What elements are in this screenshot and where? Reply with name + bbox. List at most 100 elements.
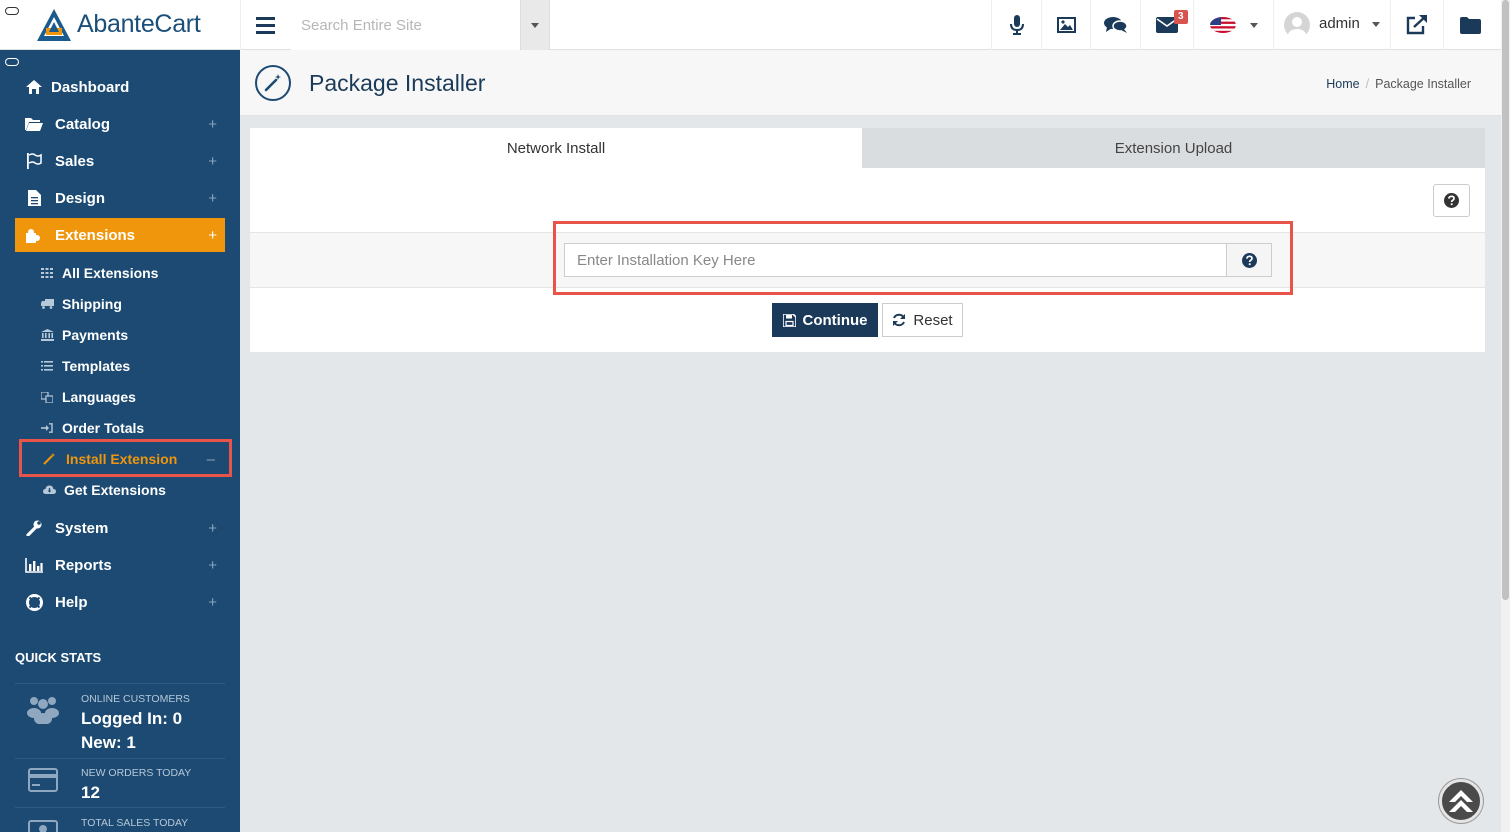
top-header: AbanteCart 3 <box>0 0 1510 50</box>
reset-label: Reset <box>913 311 953 329</box>
scrollbar-thumb[interactable] <box>1502 0 1509 600</box>
submenu-item-all-extensions[interactable]: All Extensions <box>15 259 225 287</box>
submenu-item-label: Get Extensions <box>64 482 166 498</box>
divider <box>15 807 225 808</box>
submenu-item-order-totals[interactable]: Order Totals <box>15 414 225 442</box>
sidebar-item-help[interactable]: Help + <box>15 585 225 619</box>
breadcrumb-home-link[interactable]: Home <box>1326 77 1359 91</box>
abantecart-logo-icon <box>37 9 71 41</box>
external-link-icon <box>1406 15 1427 35</box>
sidebar-toggle-icon[interactable] <box>5 58 19 66</box>
language-icon <box>40 390 54 404</box>
life-ring-icon <box>25 593 43 611</box>
search-dropdown-button[interactable] <box>520 0 550 50</box>
question-circle-icon <box>1444 193 1459 208</box>
save-icon <box>782 313 796 327</box>
sidebar-item-extensions[interactable]: Extensions + <box>15 218 225 252</box>
breadcrumb-separator: / <box>1365 77 1370 91</box>
divider <box>15 683 225 684</box>
grid-icon <box>40 266 54 280</box>
search-input[interactable] <box>291 0 520 50</box>
image-icon <box>1056 17 1076 33</box>
new-orders-label: NEW ORDERS TODAY <box>81 767 192 779</box>
tab-extension-upload[interactable]: Extension Upload <box>862 128 1485 168</box>
sidebar-item-reports[interactable]: Reports + <box>15 548 225 582</box>
users-icon <box>27 697 59 724</box>
submenu-item-get-extensions[interactable]: Get Extensions <box>15 476 225 504</box>
sidebar-item-label: Extensions <box>55 226 136 244</box>
submenu-item-templates[interactable]: Templates <box>15 352 225 380</box>
logo[interactable]: AbanteCart <box>0 0 240 50</box>
open-storefront-button[interactable] <box>1390 0 1443 50</box>
submenu-item-label: All Extensions <box>62 265 159 281</box>
highlight-box <box>19 439 232 477</box>
file-manager-button[interactable] <box>1443 0 1496 50</box>
expand-icon: + <box>208 226 217 244</box>
bank-icon <box>40 328 54 342</box>
user-name[interactable]: admin <box>1319 15 1360 32</box>
chat-button[interactable] <box>1090 0 1140 50</box>
truck-icon <box>40 297 54 311</box>
submenu-item-payments[interactable]: Payments <box>15 321 225 349</box>
submenu-item-label: Payments <box>62 327 129 343</box>
sidebar-item-label: Dashboard <box>51 78 130 96</box>
toggle-icon[interactable] <box>5 7 19 15</box>
sidebar-item-system[interactable]: System + <box>15 511 225 545</box>
sidebar-item-label: Reports <box>55 556 112 574</box>
sidebar-item-design[interactable]: Design + <box>15 181 225 215</box>
submenu-item-shipping[interactable]: Shipping <box>15 290 225 318</box>
sidebar-item-sales[interactable]: Sales + <box>15 144 225 178</box>
highlight-box <box>553 221 1293 295</box>
caret-down-icon <box>1372 22 1380 27</box>
reset-button[interactable]: Reset <box>882 303 963 337</box>
continue-label: Continue <box>802 311 868 329</box>
new-orders-count: 12 <box>81 783 100 802</box>
sign-in-icon <box>40 421 54 435</box>
expand-icon: + <box>208 152 217 170</box>
chevron-up-icon <box>1449 790 1473 812</box>
media-button[interactable] <box>1041 0 1090 50</box>
continue-button[interactable]: Continue <box>772 303 878 337</box>
expand-icon: + <box>208 519 217 537</box>
puzzle-icon <box>25 226 43 244</box>
expand-icon: + <box>208 189 217 207</box>
flag-icon <box>25 152 43 170</box>
money-icon <box>28 820 58 832</box>
expand-icon: + <box>208 593 217 611</box>
scroll-to-top-button[interactable] <box>1439 779 1483 823</box>
page-scrollbar[interactable] <box>1501 0 1510 832</box>
expand-icon: + <box>208 556 217 574</box>
messages-count-badge: 3 <box>1174 10 1188 24</box>
divider <box>15 758 225 759</box>
messages-button[interactable] <box>1140 0 1193 50</box>
online-customers-label: ONLINE CUSTOMERS <box>81 693 190 705</box>
installer-panel: Network Install Extension Upload Continu… <box>250 128 1485 352</box>
caret-down-icon <box>1249 22 1258 28</box>
total-sales-label: TOTAL SALES TODAY <box>81 817 189 829</box>
page-header: Package Installer Home / Package Installer <box>240 50 1501 116</box>
menu-toggle-button[interactable] <box>240 0 290 50</box>
sidebar-item-label: System <box>55 519 109 537</box>
language-selector[interactable] <box>1193 0 1273 50</box>
bar-chart-icon <box>25 556 43 574</box>
voice-search-button[interactable] <box>991 0 1041 50</box>
refresh-icon <box>893 313 906 327</box>
new-customers-count: New: 1 <box>81 733 136 752</box>
comments-icon <box>1103 17 1128 33</box>
submenu-item-languages[interactable]: Languages <box>15 383 225 411</box>
wrench-icon <box>25 519 43 537</box>
folder-icon <box>1459 16 1481 34</box>
sidebar-item-label: Sales <box>55 152 95 170</box>
page-title: Package Installer <box>309 70 486 96</box>
microphone-icon <box>1009 15 1024 35</box>
sidebar-item-label: Catalog <box>55 115 111 133</box>
sidebar-item-dashboard[interactable]: Dashboard <box>15 70 225 104</box>
help-button[interactable] <box>1433 184 1470 217</box>
submenu-item-label: Shipping <box>62 296 122 312</box>
caret-down-icon <box>531 22 539 28</box>
tab-network-install[interactable]: Network Install <box>250 128 862 168</box>
us-flag-icon <box>1209 17 1236 33</box>
sidebar-item-catalog[interactable]: Catalog + <box>15 107 225 141</box>
logo-text: AbanteCart <box>77 10 201 38</box>
logged-in-count: Logged In: 0 <box>81 709 183 728</box>
